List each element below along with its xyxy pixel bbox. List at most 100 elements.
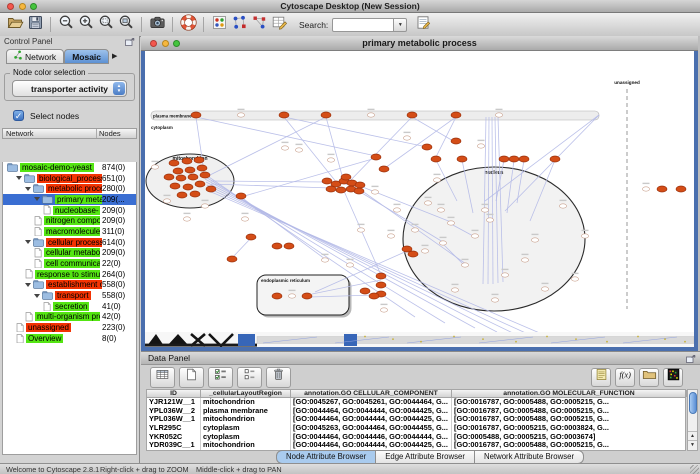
- network-node-selected-color[interactable]: [190, 191, 200, 197]
- tree-row-transport[interactable]: transport558(0): [3, 290, 136, 301]
- network-node-selected-color[interactable]: [272, 293, 282, 299]
- table-row[interactable]: YKR052Ccytoplasm[GO:0044464, GO:0044446,…: [147, 433, 685, 442]
- expand-arrow-icon[interactable]: [25, 283, 31, 287]
- network-node[interactable]: [495, 113, 502, 117]
- network-node-selected-color[interactable]: [355, 182, 365, 188]
- tree-row-unassigned[interactable]: unassigned223(0): [3, 322, 136, 333]
- tree-row-overview[interactable]: Overview8(0): [3, 333, 136, 344]
- network-window-titlebar[interactable]: primary metabolic process: [141, 36, 698, 51]
- network-node[interactable]: [481, 208, 488, 212]
- network-close-button[interactable]: [150, 40, 157, 47]
- network-node-selected-color[interactable]: [284, 243, 294, 249]
- expand-arrow-icon[interactable]: [34, 197, 40, 201]
- network-canvas[interactable]: plasma membranecytoplasmunassignedmitoch…: [145, 51, 694, 347]
- network-node-selected-color[interactable]: [376, 282, 386, 288]
- network-node[interactable]: [559, 204, 566, 208]
- network-node-selected-color[interactable]: [183, 184, 193, 190]
- tab-overflow-button[interactable]: ▶: [112, 50, 117, 64]
- network-node[interactable]: [237, 113, 244, 117]
- network-node-selected-color[interactable]: [170, 183, 180, 189]
- tree-row-nitrogen-compo[interactable]: nitrogen compo209(0): [3, 215, 136, 226]
- search-input[interactable]: [332, 18, 394, 32]
- network-node-selected-color[interactable]: [322, 178, 332, 184]
- search-config-button[interactable]: [413, 15, 433, 35]
- network-node[interactable]: [531, 238, 538, 242]
- tree-header-nodes[interactable]: Nodes: [97, 129, 136, 138]
- network-node-selected-color[interactable]: [371, 154, 381, 160]
- network-node-selected-color[interactable]: [499, 156, 509, 162]
- grid-pencil-button[interactable]: [269, 15, 289, 35]
- network-node-selected-color[interactable]: [195, 181, 205, 187]
- color-dots-button[interactable]: [209, 15, 229, 35]
- network-node[interactable]: [281, 146, 288, 150]
- network-node-selected-color[interactable]: [279, 112, 289, 118]
- network-node[interactable]: [380, 308, 387, 312]
- network-node-selected-color[interactable]: [185, 167, 195, 173]
- notes-button[interactable]: [591, 368, 611, 387]
- minimize-button[interactable]: [19, 3, 26, 10]
- column-header-cellularlayoutregion[interactable]: _cellularLayoutRegion: [201, 390, 291, 397]
- network-node-selected-color[interactable]: [188, 174, 198, 180]
- network-node-selected-color[interactable]: [379, 166, 389, 172]
- expand-arrow-icon[interactable]: [34, 294, 40, 298]
- tree-row-cellular-process[interactable]: cellular process614(0): [3, 237, 136, 248]
- close-button[interactable]: [7, 3, 14, 10]
- zoom-fit-button[interactable]: [116, 15, 136, 35]
- tab-node-attribute-browser[interactable]: Node Attribute Browser: [276, 450, 376, 464]
- network-node[interactable]: [357, 228, 364, 232]
- network-graph-red-button[interactable]: [249, 15, 269, 35]
- expand-arrow-icon[interactable]: [25, 240, 31, 244]
- tree-row-macromolecule[interactable]: macromolecule311(0): [3, 226, 136, 237]
- network-view-window[interactable]: primary metabolic process plasma membran…: [141, 36, 698, 351]
- tree-header-network[interactable]: Network: [3, 129, 97, 138]
- column-header-annotation-go-molecular-function[interactable]: annotation.GO MOLECULAR_FUNCTION: [452, 390, 687, 397]
- network-node[interactable]: [288, 294, 295, 298]
- network-node[interactable]: [491, 298, 498, 302]
- table-row[interactable]: YLR295Ccytoplasm[GO:0045263, GO:0044464,…: [147, 424, 685, 433]
- network-node-selected-color[interactable]: [360, 288, 370, 294]
- network-minimize-button[interactable]: [162, 40, 169, 47]
- network-node-selected-color[interactable]: [326, 186, 336, 192]
- tree-row-response-to-stimulu[interactable]: response to stimulu264(0): [3, 269, 136, 280]
- zoom-region-button[interactable]: [96, 15, 116, 35]
- network-node-selected-color[interactable]: [206, 186, 216, 192]
- network-node[interactable]: [393, 208, 400, 212]
- expand-arrow-icon[interactable]: [25, 187, 31, 191]
- network-node[interactable]: [642, 187, 649, 191]
- network-node[interactable]: [521, 258, 528, 262]
- network-node[interactable]: [367, 113, 374, 117]
- network-node[interactable]: [346, 263, 353, 267]
- network-node[interactable]: [327, 158, 334, 162]
- network-node-selected-color[interactable]: [246, 234, 256, 240]
- network-node-selected-color[interactable]: [177, 192, 187, 198]
- network-node[interactable]: [439, 241, 446, 245]
- network-node[interactable]: [163, 199, 170, 203]
- network-node-selected-color[interactable]: [457, 156, 467, 162]
- tree-row-cell-communicat[interactable]: cell communicat22(0): [3, 258, 136, 269]
- tree-row-primary-metabol[interactable]: primary metabol209(...: [3, 194, 136, 205]
- network-node-selected-color[interactable]: [341, 174, 351, 180]
- network-node-selected-color[interactable]: [550, 156, 560, 162]
- network-node[interactable]: [387, 234, 394, 238]
- select-nodes-checkbox[interactable]: ✓: [13, 110, 24, 121]
- network-node-selected-color[interactable]: [302, 293, 312, 299]
- network-node[interactable]: [371, 190, 378, 194]
- network-node[interactable]: [571, 277, 578, 281]
- tree-row-cellular-metabol[interactable]: cellular metabol209(0): [3, 248, 136, 259]
- network-node[interactable]: [403, 136, 410, 140]
- network-node-selected-color[interactable]: [407, 112, 417, 118]
- network-node[interactable]: [201, 204, 208, 208]
- network-node-selected-color[interactable]: [176, 175, 186, 181]
- attribute-matrix-button[interactable]: [663, 368, 683, 387]
- network-node-selected-color[interactable]: [408, 251, 418, 257]
- network-node-selected-color[interactable]: [164, 174, 174, 180]
- network-node[interactable]: [411, 228, 418, 232]
- zoom-in-button[interactable]: [76, 15, 96, 35]
- network-node-selected-color[interactable]: [422, 144, 432, 150]
- table-scrollbar[interactable]: ▲ ▼: [687, 389, 698, 451]
- tab-network-attribute-browser[interactable]: Network Attribute Browser: [475, 450, 584, 464]
- node-color-dropdown[interactable]: transporter activity ▲▼: [12, 80, 127, 97]
- column-header-id[interactable]: ID: [147, 390, 201, 397]
- network-graph-blue-button[interactable]: [229, 15, 249, 35]
- scrollbar-thumb[interactable]: [689, 392, 697, 414]
